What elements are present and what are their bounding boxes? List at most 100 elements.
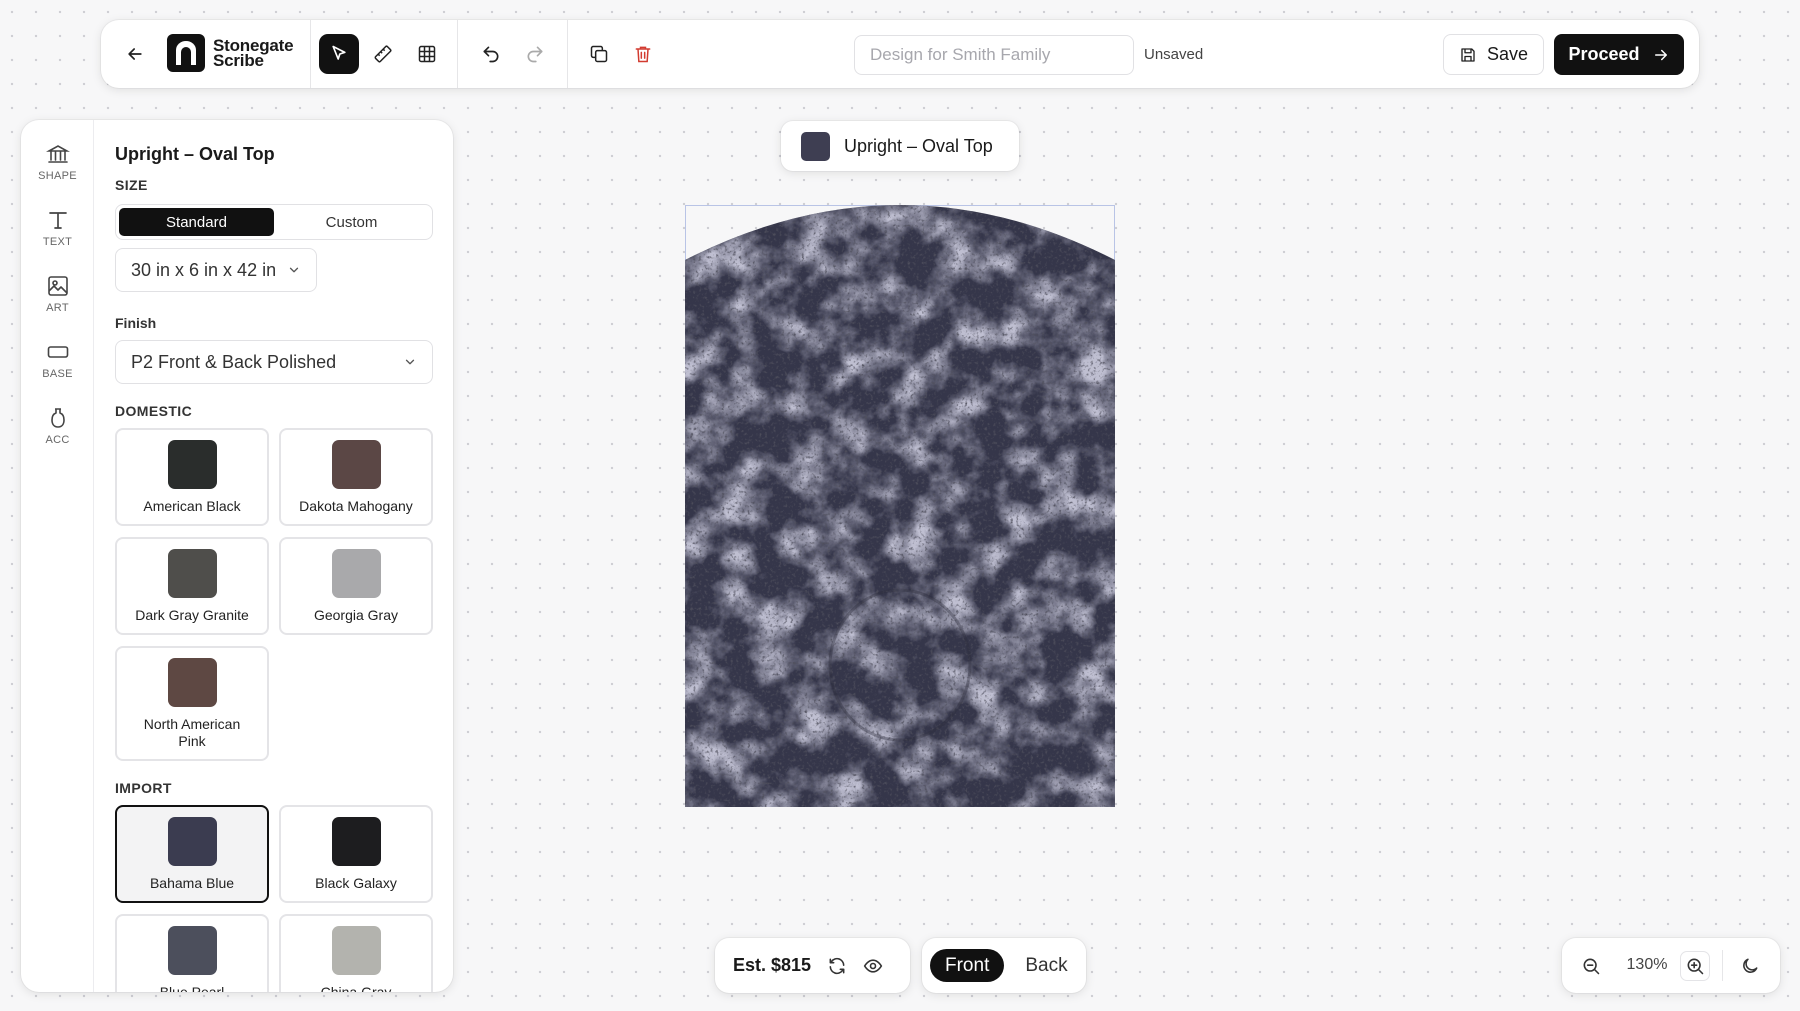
dark-mode-icon[interactable] — [1735, 951, 1765, 981]
monument-preview[interactable] — [685, 205, 1115, 807]
granite-option[interactable]: North American Pink — [115, 646, 269, 761]
finish-select-value: P2 Front & Back Polished — [131, 351, 337, 372]
brand-name: Stonegate Scribe — [213, 37, 294, 70]
rail-label-base: BASE — [42, 368, 73, 380]
granite-swatch — [331, 440, 381, 489]
granite-name: Georgia Gray — [313, 607, 399, 623]
rail-label-text: TEXT — [42, 236, 73, 248]
price-estimate: Est. $815 — [733, 955, 812, 975]
finish-label: Finish — [115, 315, 157, 331]
tab-back[interactable]: Back — [1010, 949, 1082, 982]
zoom-out-icon[interactable] — [1576, 951, 1606, 981]
granite-swatch — [167, 658, 217, 707]
base-icon — [47, 346, 68, 358]
save-label: Save — [1486, 44, 1529, 64]
undo-icon[interactable] — [471, 34, 511, 74]
granite-name: North American Pink — [143, 716, 241, 749]
grid-tool-icon[interactable] — [407, 34, 447, 74]
rail-item-art[interactable]: ART — [21, 274, 94, 314]
granite-name: American Black — [143, 498, 241, 514]
proceed-label: Proceed — [1568, 44, 1640, 64]
rail-item-acc[interactable]: ACC — [21, 406, 94, 446]
save-status: Unsaved — [1144, 46, 1204, 63]
toolbar-divider — [310, 20, 311, 88]
text-icon — [48, 212, 67, 229]
granite-name: Dakota Mahogany — [299, 498, 413, 514]
size-select-value: 30 in x 6 in x 42 in — [131, 259, 277, 280]
granite-name: Blue Pearl — [159, 984, 225, 992]
size-select[interactable]: 30 in x 6 in x 42 in — [115, 248, 317, 292]
size-mode-toggle: Standard Custom — [115, 204, 433, 240]
granite-option[interactable]: Dark Gray Granite — [115, 537, 269, 635]
toolbar-divider — [567, 20, 568, 88]
tool-rail: SHAPE TEXT ART BASE ACC — [21, 120, 94, 992]
brand-logo: Stonegate Scribe — [167, 34, 294, 72]
brand-line-2: Scribe — [213, 51, 264, 70]
back-arrow-icon[interactable] — [115, 34, 155, 74]
granite-swatch — [167, 817, 217, 866]
design-title-input[interactable] — [854, 35, 1134, 75]
tab-front[interactable]: Front — [930, 949, 1005, 982]
granite-name: Bahama Blue — [149, 875, 235, 891]
granite-swatch — [167, 549, 217, 598]
domestic-section-label: DOMESTIC — [115, 403, 193, 419]
shape-thumbnail — [801, 131, 830, 161]
eye-icon[interactable] — [863, 956, 883, 976]
toolbar-divider — [457, 20, 458, 88]
redo-icon[interactable] — [515, 34, 555, 74]
estimate-bar: Est. $815 — [715, 938, 910, 993]
zoom-level: 130% — [1626, 956, 1668, 973]
granite-option[interactable]: Blue Pearl — [115, 914, 269, 992]
granite-option[interactable]: Dakota Mahogany — [279, 428, 433, 526]
granite-swatch — [331, 549, 381, 598]
measure-tool-icon[interactable] — [363, 34, 403, 74]
shape-chip[interactable]: Upright – Oval Top — [781, 121, 1019, 171]
tab-standard[interactable]: Standard — [119, 208, 274, 236]
granite-stone — [685, 205, 1115, 807]
proceed-button[interactable]: Proceed — [1554, 34, 1684, 75]
zoom-in-icon[interactable] — [1680, 951, 1710, 981]
granite-swatch — [331, 817, 381, 866]
granite-option[interactable]: Georgia Gray — [279, 537, 433, 635]
rail-item-shape[interactable]: SHAPE — [21, 142, 94, 182]
chevron-down-icon — [405, 359, 415, 365]
granite-name: Dark Gray Granite — [135, 607, 249, 623]
rail-label-art: ART — [46, 302, 69, 314]
granite-option[interactable]: Black Galaxy — [279, 805, 433, 903]
front-back-toggle: Front Back — [922, 938, 1086, 993]
granite-name: Black Galaxy — [315, 875, 397, 891]
monument-icon — [45, 145, 70, 163]
image-icon — [47, 276, 68, 296]
granite-swatch — [167, 926, 217, 975]
monument-logo-icon — [167, 34, 205, 72]
select-tool-icon[interactable] — [319, 34, 359, 74]
save-button[interactable]: Save — [1443, 34, 1544, 75]
rail-label-shape: SHAPE — [38, 170, 77, 182]
granite-option[interactable]: American Black — [115, 428, 269, 526]
vase-icon — [50, 408, 65, 428]
granite-swatch — [167, 440, 217, 489]
top-toolbar: Stonegate Scribe Unsaved Save Proceed — [101, 20, 1699, 88]
granite-option[interactable]: China Gray — [279, 914, 433, 992]
size-section-label: SIZE — [115, 177, 148, 193]
zoom-controls: 130% — [1562, 938, 1780, 993]
design-panel: SHAPE TEXT ART BASE ACC Upright – Oval T… — [21, 120, 453, 992]
finish-select[interactable]: P2 Front & Back Polished — [115, 340, 433, 384]
floppy-disk-icon — [1461, 47, 1475, 62]
granite-swatch — [331, 926, 381, 975]
tab-custom[interactable]: Custom — [274, 208, 429, 236]
rail-item-text[interactable]: TEXT — [21, 208, 94, 248]
chevron-down-icon — [289, 267, 299, 273]
panel-title: Upright – Oval Top — [115, 144, 275, 164]
duplicate-icon[interactable] — [579, 34, 619, 74]
arrow-right-icon — [1654, 49, 1667, 60]
granite-name: China Gray — [320, 984, 392, 992]
rail-item-base[interactable]: BASE — [21, 340, 94, 380]
shape-chip-label: Upright – Oval Top — [844, 135, 993, 156]
import-section-label: IMPORT — [115, 780, 172, 796]
granite-option-selected[interactable]: Bahama Blue — [115, 805, 269, 903]
rail-label-acc: ACC — [45, 434, 70, 446]
refresh-icon[interactable] — [827, 956, 847, 976]
delete-icon[interactable] — [623, 34, 663, 74]
zoom-divider — [1722, 950, 1723, 981]
